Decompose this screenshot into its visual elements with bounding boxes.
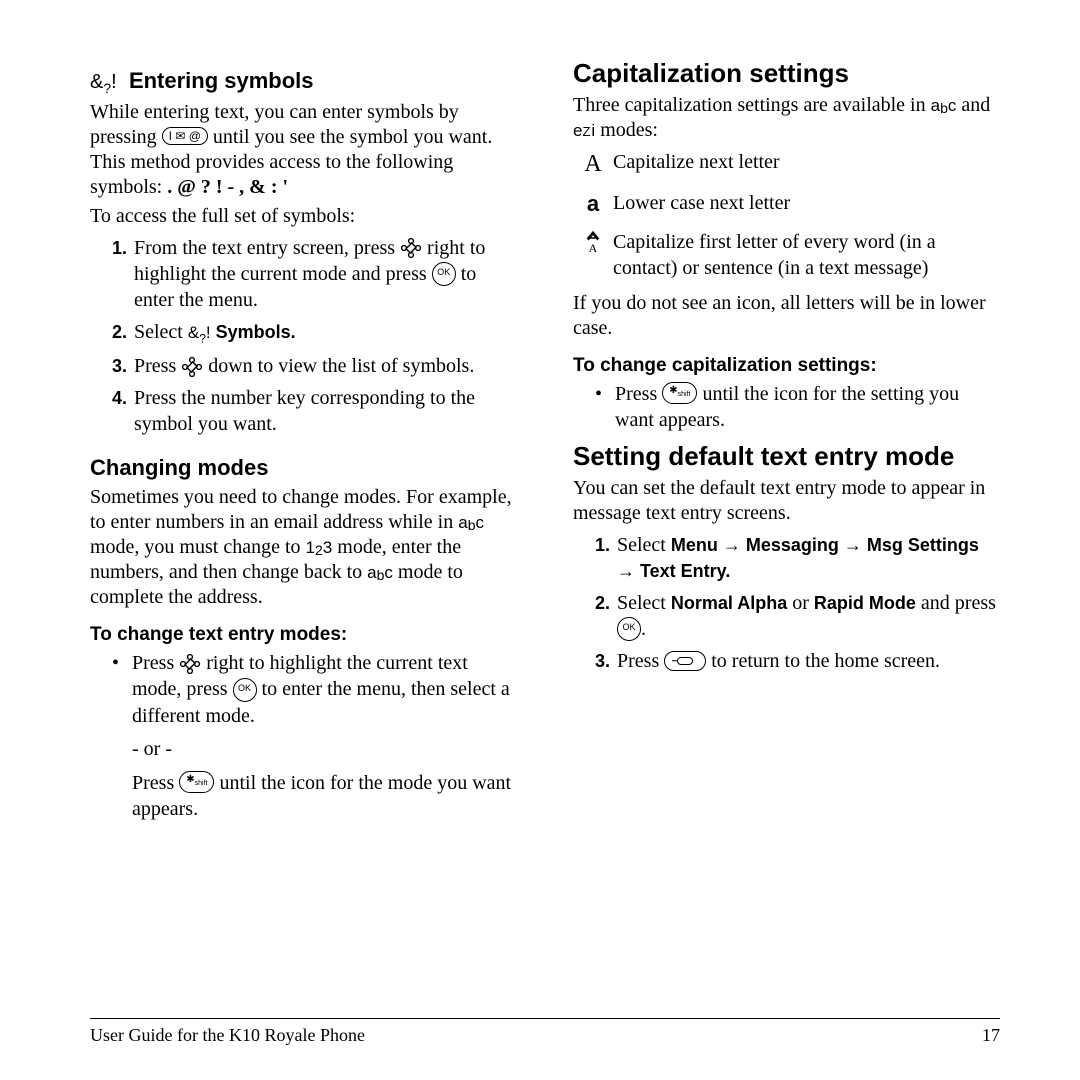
heading-changing-modes: Changing modes [90,455,517,481]
cap-option-lower: a Lower case next letter [573,190,1000,219]
symbols-step-2: Select &?! Symbols. [132,319,517,347]
shift-key-icon: ✱shift [662,382,697,404]
svg-text:A: A [589,241,598,253]
cap-option-auto: A Capitalize first letter of every word … [573,229,1000,281]
abc-mode-icon: abc [367,563,393,582]
default-mode-intro: You can set the default text entry mode … [573,476,1000,526]
heading-default-mode: Setting default text entry mode [573,441,1000,472]
autocap-icon: A [582,229,604,260]
abc-mode-icon: abc [931,96,957,115]
symbols-glyph-icon: &?! [90,71,117,93]
123-mode-icon: 123 [306,538,333,557]
default-step-1: Select Menu → Messaging → Msg Settings →… [615,532,1000,584]
page-number: 17 [982,1025,1000,1046]
heading-capitalization: Capitalization settings [573,58,1000,89]
cap-noicon-note: If you do not see an icon, all letters w… [573,291,1000,341]
footer-title: User Guide for the K10 Royale Phone [90,1025,365,1046]
space-key-icon: I ✉ @ [162,127,208,145]
shift-key-icon: ✱shift [179,771,214,793]
ok-key-icon: OK [432,262,456,286]
ok-key-icon: OK [233,678,257,702]
cap-change-bullet: Press ✱shift until the icon for the sett… [615,381,1000,433]
symbols-glyph-icon: &?! [188,323,211,342]
default-step-3: Press to return to the home screen. [615,648,1000,674]
dpad-icon [400,237,422,259]
heading-to-change-modes: To change text entry modes: [90,624,517,646]
default-step-2: Select Normal Alpha or Rapid Mode and pr… [615,590,1000,642]
symbols-step-1: From the text entry screen, press right … [132,235,517,313]
or-divider: - or - [132,737,517,762]
abc-mode-icon: abc [458,513,484,532]
change-mode-bullet: Press right to highlight the current tex… [132,650,517,821]
dpad-icon [181,356,203,378]
cap-intro: Three capitalization settings are availa… [573,93,1000,143]
end-key-icon [664,651,706,671]
modes-intro: Sometimes you need to change modes. For … [90,485,517,610]
ok-key-icon: OK [617,617,641,641]
ezi-mode-icon: eZi [573,121,595,140]
symbols-step-4: Press the number key corresponding to th… [132,385,517,437]
symbols-access-line: To access the full set of symbols: [90,204,517,229]
heading-to-change-cap: To change capitalization settings: [573,355,1000,377]
capital-a-icon: A [584,151,601,177]
symbols-intro: While entering text, you can enter symbo… [90,100,517,200]
heading-entering-symbols: &?! Entering symbols [90,68,517,96]
cap-option-upper: A Capitalize next letter [573,149,1000,180]
lower-a-icon: a [587,191,599,216]
dpad-icon [179,653,201,675]
symbols-step-3: Press down to view the list of symbols. [132,353,517,379]
